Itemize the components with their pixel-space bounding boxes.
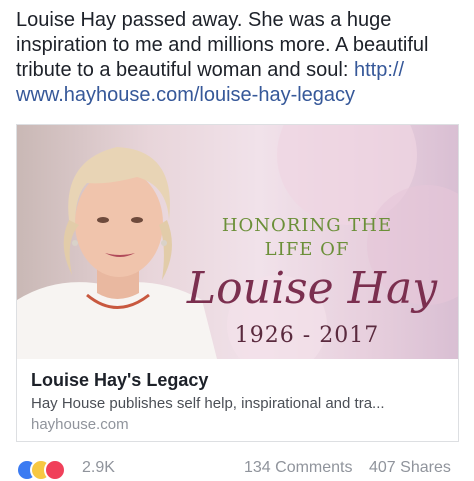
link-preview-card[interactable]: HONORING THE LIFE OF Louise Hay 1926 - 2… [16, 124, 459, 442]
card-domain: hayhouse.com [31, 416, 129, 433]
life-years: 1926 - 2017 [234, 323, 380, 348]
honoring-text-line2: LIFE OF [264, 239, 350, 260]
post-footer: 2.9K 134 Comments 407 Shares [16, 457, 466, 481]
honoree-name: Louise Hay [186, 263, 438, 314]
card-title[interactable]: Louise Hay's Legacy [31, 370, 208, 391]
shares-count[interactable]: 407 Shares [369, 459, 451, 477]
love-icon [44, 459, 66, 481]
reaction-count[interactable]: 2.9K [82, 459, 115, 477]
card-image[interactable]: HONORING THE LIFE OF Louise Hay 1926 - 2… [17, 125, 458, 359]
post-text: Louise Hay passed away. She was a huge i… [16, 8, 466, 108]
reaction-icons[interactable] [16, 459, 78, 481]
honoring-text-line1: HONORING THE [221, 215, 393, 236]
comments-count[interactable]: 134 Comments [244, 459, 353, 477]
card-description: Hay House publishes self help, inspirati… [31, 395, 385, 412]
